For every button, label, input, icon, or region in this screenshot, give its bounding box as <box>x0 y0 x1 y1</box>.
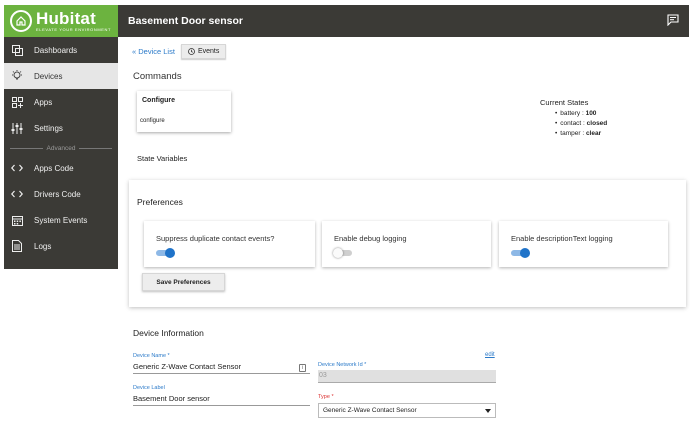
network-id-label: Device Network Id * <box>318 362 367 368</box>
sidebar-item-drivers-code[interactable]: Drivers Code <box>4 181 118 207</box>
pref-label: Suppress duplicate contact events? <box>156 234 275 243</box>
sidebar: Hubitat ELEVATE YOUR ENVIRONMENT Dashboa… <box>4 5 118 269</box>
type-selected-value: Generic Z-Wave Contact Sensor <box>323 407 417 414</box>
sidebar-item-label: System Events <box>34 215 88 225</box>
type-label: Type * <box>318 394 334 400</box>
events-button-label: Events <box>197 48 220 55</box>
house-icon <box>10 10 32 32</box>
sidebar-item-label: Drivers Code <box>34 189 81 199</box>
advanced-separator: Advanced <box>4 141 118 155</box>
device-info-title: Device Information <box>133 328 204 338</box>
state-variables-title: State Variables <box>137 154 188 163</box>
network-id-field: 03 <box>318 370 496 383</box>
sidebar-item-logs[interactable]: Logs <box>4 233 118 259</box>
preferences-panel: Preferences Suppress duplicate contact e… <box>129 180 686 307</box>
device-name-input[interactable]: Generic Z-Wave Contact Sensor <box>133 362 241 371</box>
state-item: contact : closed <box>555 119 607 129</box>
pref-suppress-duplicate: Suppress duplicate contact events? <box>144 221 315 267</box>
current-states-title: Current States <box>540 98 589 107</box>
sidebar-item-system-events[interactable]: System Events <box>4 207 118 233</box>
sidebar-item-label: Apps <box>34 97 53 107</box>
apps-icon <box>10 96 24 108</box>
code-icon <box>10 190 24 198</box>
sidebar-item-label: Logs <box>34 241 52 251</box>
sidebar-item-label: Dashboards <box>34 45 78 55</box>
sidebar-item-label: Settings <box>34 123 63 133</box>
sidebar-item-apps-code[interactable]: Apps Code <box>4 155 118 181</box>
info-icon[interactable]: i <box>299 364 306 372</box>
command-name: Configure <box>142 97 176 104</box>
bulb-icon <box>10 70 24 82</box>
device-label-label: Device Label <box>133 385 165 391</box>
command-card: Configure configure <box>137 91 231 132</box>
header: Basement Door sensor <box>118 5 689 37</box>
state-item: battery : 100 <box>555 109 607 119</box>
logo[interactable]: Hubitat ELEVATE YOUR ENVIRONMENT <box>4 5 118 37</box>
preferences-title: Preferences <box>137 197 183 207</box>
pref-label: Enable descriptionText logging <box>511 234 613 243</box>
sliders-icon <box>10 122 24 134</box>
state-item: tamper : clear <box>555 129 607 139</box>
sidebar-item-settings[interactable]: Settings <box>4 115 118 141</box>
save-preferences-button[interactable]: Save Preferences <box>142 273 225 291</box>
page-title: Basement Door sensor <box>128 15 243 27</box>
configure-button[interactable]: configure <box>140 118 165 124</box>
calendar-icon <box>10 215 24 226</box>
description-logging-toggle[interactable] <box>511 248 530 258</box>
chat-icon[interactable] <box>667 14 679 28</box>
sidebar-item-label: Apps Code <box>34 163 74 173</box>
edit-network-id-link[interactable]: edit <box>485 352 495 358</box>
commands-title: Commands <box>133 71 182 82</box>
log-icon <box>10 240 24 252</box>
history-icon <box>188 48 195 55</box>
sidebar-item-devices[interactable]: Devices <box>4 63 118 89</box>
sidebar-item-label: Devices <box>34 71 63 81</box>
dashboards-icon <box>10 44 24 56</box>
code-icon <box>10 164 24 172</box>
pref-debug-logging: Enable debug logging <box>322 221 491 267</box>
advanced-label: Advanced <box>46 144 76 152</box>
debug-logging-toggle[interactable] <box>333 248 352 258</box>
logo-name: Hubitat <box>36 9 96 28</box>
pref-description-logging: Enable descriptionText logging <box>499 221 668 267</box>
current-states: Current States battery : 100 contact : c… <box>540 98 607 139</box>
pref-label: Enable debug logging <box>334 234 407 243</box>
device-label-input[interactable]: Basement Door sensor <box>133 394 210 403</box>
chevron-down-icon <box>485 409 491 413</box>
suppress-duplicate-toggle[interactable] <box>156 248 175 258</box>
type-select[interactable]: Generic Z-Wave Contact Sensor <box>318 403 496 418</box>
sidebar-item-dashboards[interactable]: Dashboards <box>4 37 118 63</box>
breadcrumb: « Device List Events <box>132 44 227 59</box>
device-name-label: Device Name * <box>133 353 170 359</box>
events-button[interactable]: Events <box>180 44 227 59</box>
main-content: « Device List Events Commands Configure … <box>118 37 689 423</box>
device-label-underline <box>133 405 310 406</box>
sidebar-item-apps[interactable]: Apps <box>4 89 118 115</box>
logo-tagline: ELEVATE YOUR ENVIRONMENT <box>36 27 112 32</box>
device-list-link[interactable]: « Device List <box>132 47 175 56</box>
device-name-underline <box>133 373 310 374</box>
